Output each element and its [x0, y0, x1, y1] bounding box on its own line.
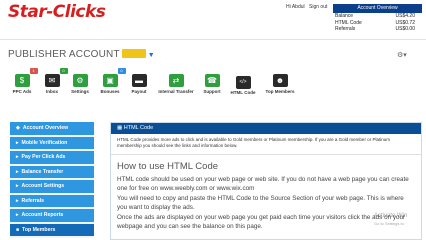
bullet-icon: ▸ — [16, 154, 19, 160]
publisher-toolbar: $1 PPC Ads ✉ 0 Inbox ⚙ Settings ▣ 0 Bonuse… — [0, 68, 426, 95]
bullet-icon: ▸ — [16, 197, 19, 204]
toolbar-html-code[interactable]: </> HTML Code — [225, 70, 261, 95]
activation-watermark: Activate Win Go to Settings to — [374, 212, 407, 228]
chevron-down-icon[interactable]: ▼ — [148, 52, 155, 59]
gift-icon: ▣ 0 — [102, 68, 126, 87]
toolbar-internal-transfer[interactable]: ⇄ Internal Transfer — [158, 70, 194, 94]
toolbar-label: Internal Transfer — [158, 89, 194, 94]
panel-title: HTML Code — [123, 125, 154, 131]
bullet-icon: ▸ — [16, 139, 19, 146]
membership-badge — [121, 49, 146, 58]
code-icon: </> — [235, 76, 251, 89]
toolbar-top-members[interactable]: ☻ Top Members — [262, 70, 298, 94]
greeting-text: Hi Abdul — [286, 4, 305, 10]
sidebar-item-top-members[interactable]: ■ Top Members — [10, 223, 94, 238]
bullet-icon: ▸ — [16, 168, 19, 175]
site-logo[interactable]: Star-Clicks — [8, 2, 106, 22]
account-overview-header[interactable]: Account Overview — [333, 4, 422, 13]
sidebar-item-account-overview[interactable]: ◆ Account Overview — [10, 122, 94, 137]
sidebar-item-label: Account Overview — [22, 125, 69, 131]
toolbar-label: HTML Code — [230, 90, 256, 95]
bullet-icon: ◆ — [16, 125, 20, 131]
sidebar-item-mobile-verification[interactable]: ▸ Mobile Verification — [10, 136, 94, 151]
bullet-icon: ▸ — [16, 183, 19, 189]
toolbar-payout[interactable]: ▬ Payout — [121, 70, 157, 94]
gear-icon[interactable]: ⚙▾ — [397, 51, 407, 59]
sidebar-item-label: Account Reports — [21, 212, 64, 218]
intro-divider — [111, 154, 421, 155]
sidebar-item-referrals[interactable]: ▸ Referrals — [10, 194, 94, 209]
bullet-icon: ▸ — [16, 212, 19, 218]
section-heading: How to use HTML Code — [117, 161, 219, 172]
referrals-value: US$0.00 — [395, 26, 415, 32]
sidebar-item-label: Referrals — [21, 197, 45, 204]
referrals-row: Referrals US$0.00 — [333, 26, 422, 33]
toolbar-label: Payout — [131, 89, 147, 94]
sidebar-item-label: Pay Per Click Ads — [21, 154, 66, 160]
page-title: PUBLISHER ACCOUNT ▼ — [8, 49, 155, 60]
support-icon: ☎ — [204, 74, 220, 87]
transfer-icon: ⇄ — [168, 74, 184, 87]
sidebar-item-account-settings[interactable]: ▸ Account Settings — [10, 180, 94, 195]
panel-intro: HTML Code provides more ads to click and… — [117, 137, 390, 148]
page-title-text: PUBLISHER ACCOUNT — [8, 49, 120, 60]
sidebar-item-account-reports[interactable]: ▸ Account Reports — [10, 209, 94, 224]
envelope-icon: ✉ 0 — [44, 68, 68, 87]
watermark-subline: Go to Settings to — [374, 221, 404, 226]
instruction-paragraph: You will need to copy and paste the HTML… — [117, 195, 404, 211]
instruction-paragraph: HTML code should be used on your web pag… — [117, 176, 409, 192]
code-icon: ▦ — [117, 125, 124, 131]
sidebar-item-label: Account Settings — [21, 183, 65, 189]
referrals-label: Referrals — [335, 26, 356, 32]
sidebar-item-label: Mobile Verification — [21, 139, 68, 146]
toolbar-label: Top Members — [265, 89, 295, 94]
dollar-icon: $1 — [14, 68, 38, 87]
signout-link[interactable]: Sign out — [309, 4, 327, 10]
header-divider — [0, 39, 426, 40]
panel-header: ▦ HTML Code — [111, 123, 421, 134]
account-overview-box: Account Overview Balance US$4.20 HTML Co… — [333, 4, 422, 33]
users-icon: ☻ — [272, 74, 288, 87]
user-greeting: Hi Abdul Sign out — [286, 4, 330, 10]
sidebar-item-pay-per-click-ads[interactable]: ▸ Pay Per Click Ads — [10, 151, 94, 166]
sidebar-item-label: Balance Transfer — [21, 168, 64, 175]
gear-icon: ⚙ — [72, 74, 88, 87]
money-icon: ▬ — [131, 74, 147, 87]
sidebar-item-balance-transfer[interactable]: ▸ Balance Transfer — [10, 165, 94, 180]
bullet-icon: ■ — [16, 226, 20, 233]
watermark-line: Activate Win — [374, 213, 408, 219]
sidebar-item-label: Top Members — [22, 226, 56, 233]
publisher-dashboard: Star-Clicks Hi Abdul Sign out Account Ov… — [0, 0, 426, 240]
sidebar-nav: ◆ Account Overview ▸ Mobile Verification… — [10, 122, 94, 238]
